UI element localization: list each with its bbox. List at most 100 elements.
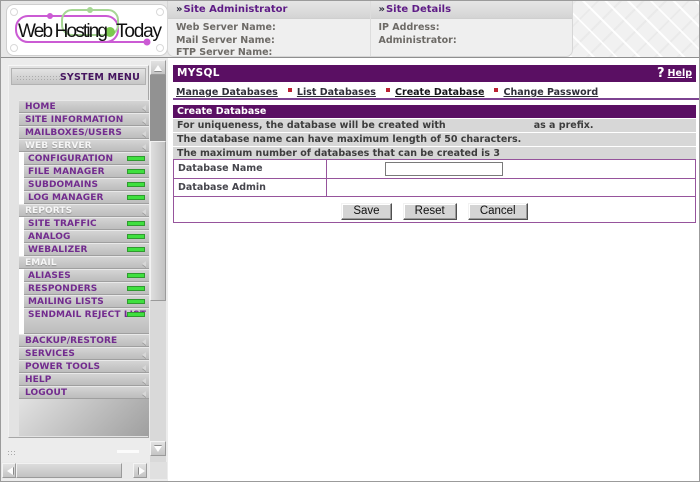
chevron-left-icon: [142, 339, 146, 345]
sidebar-menu-item[interactable]: WEB SERVER: [19, 139, 149, 152]
sidebar-menu-item[interactable]: LOG MANAGER: [24, 191, 149, 204]
status-indicator: [127, 195, 145, 200]
chevrons-icon: »: [176, 4, 182, 15]
sidebar-menu-item[interactable]: WEBALIZER: [24, 243, 149, 256]
frame-resize-row: [1, 444, 149, 461]
arrow-right-icon: [139, 467, 145, 475]
sidebar-menu-item[interactable]: POWER TOOLS: [19, 360, 149, 373]
system-menu-title: SYSTEM MENU: [60, 72, 140, 83]
status-indicator: [127, 169, 145, 174]
site-administrator-section: »Site Administrator Web Server Name:Mail…: [168, 1, 370, 56]
form-row-database-name: Database Name: [174, 160, 695, 179]
create-database-form: Database Name Database Admin Save Reset …: [173, 159, 696, 223]
sidebar-menu-item[interactable]: SENDMAIL REJECT LIST: [24, 308, 149, 334]
nav-link[interactable]: Create Database: [395, 87, 484, 98]
scrollbar-thumb[interactable]: [16, 463, 122, 478]
nav-separator-icon: [494, 88, 498, 92]
info-field-label: Mail Server Name:: [176, 35, 370, 48]
chevron-left-icon: [142, 378, 146, 384]
scroll-up-button[interactable]: [150, 60, 166, 75]
system-menu-header: SYSTEM MENU: [11, 68, 146, 85]
reset-button[interactable]: Reset: [403, 203, 457, 220]
logo-text-today: Today: [116, 21, 163, 42]
menu-footer-gradient: [19, 399, 149, 436]
note-prefix: For uniqueness, the database will be cre…: [173, 119, 696, 133]
arrow-left-icon: [7, 467, 13, 475]
module-nav: Manage Databases List Databases Create D…: [173, 82, 699, 100]
sidebar-item-label: REPORTS: [25, 206, 72, 216]
chevron-left-icon: [142, 144, 146, 150]
status-indicator: [127, 156, 145, 161]
chevron-left-icon: [142, 131, 146, 137]
status-indicator: [127, 273, 145, 278]
sidebar-vertical-scrollbar[interactable]: [150, 60, 166, 462]
note-max-length: The database name can have maximum lengt…: [173, 133, 696, 147]
sidebar-item-label: HOME: [25, 102, 56, 112]
scroll-left-button[interactable]: [2, 463, 16, 478]
sidebar-menu-item[interactable]: HELP: [19, 373, 149, 386]
arrow-down-icon: [154, 446, 162, 452]
chevron-left-icon: [142, 118, 146, 124]
divider-dash: [117, 450, 139, 453]
sidebar-menu-item[interactable]: FILE MANAGER: [24, 165, 149, 178]
status-indicator: [127, 221, 145, 226]
sidebar-item-label: FILE MANAGER: [28, 167, 105, 177]
nav-link[interactable]: Manage Databases: [176, 87, 278, 98]
sidebar-menu-item[interactable]: SITE TRAFFIC: [24, 217, 149, 230]
sidebar-menu-item[interactable]: SITE INFORMATION: [19, 113, 149, 126]
sidebar-menu-item[interactable]: SUBDOMAINS: [24, 178, 149, 191]
sidebar-item-label: MAILING LISTS: [28, 297, 104, 307]
site-administrator-title: »Site Administrator: [168, 1, 370, 19]
dotted-grip-icon: [7, 450, 17, 455]
sidebar-menu-item[interactable]: LOGOUT: [19, 386, 149, 399]
sidebar-item-label: POWER TOOLS: [25, 362, 100, 372]
sidebar-menu-item[interactable]: MAILING LISTS: [24, 295, 149, 308]
sidebar-item-label: HELP: [25, 375, 51, 385]
sidebar-menu-item[interactable]: RESPONDERS: [24, 282, 149, 295]
arrow-up-icon: [154, 65, 162, 71]
cancel-button[interactable]: Cancel: [468, 203, 528, 220]
app-window: Web Hosting Today »Site Administrator We…: [0, 0, 700, 482]
sidebar-menu-item[interactable]: BACKUP/RESTORE: [19, 334, 149, 347]
sidebar-menu-item[interactable]: REPORTS: [19, 204, 149, 217]
sidebar-menu-item[interactable]: EMAIL: [19, 256, 149, 269]
sidebar-horizontal-scrollbar[interactable]: [1, 462, 149, 479]
logo-card: Web Hosting Today: [6, 4, 168, 56]
help-link[interactable]: ? Help: [657, 65, 692, 82]
chevron-left-icon: [142, 391, 146, 397]
sidebar-item-label: ALIASES: [28, 271, 71, 281]
sidebar-item-label: MAILBOXES/USERS: [25, 128, 122, 138]
status-indicator: [127, 286, 145, 291]
status-indicator: [127, 247, 145, 252]
nav-link[interactable]: List Databases: [297, 87, 376, 98]
status-indicator: [127, 312, 145, 317]
database-name-input[interactable]: [385, 162, 503, 176]
chevron-left-icon: [142, 105, 146, 111]
sidebar-item-label: CONFIGURATION: [28, 154, 113, 164]
scroll-down-button[interactable]: [150, 441, 166, 456]
sidebar-menu-item[interactable]: HOME: [19, 100, 149, 113]
nav-item: List Databases: [283, 80, 376, 99]
logo-text-web-hosting: Web Hosting: [18, 21, 108, 42]
nav-item: Manage Databases: [176, 80, 278, 99]
sidebar-item-label: WEB SERVER: [25, 141, 92, 151]
sidebar-menu-item[interactable]: CONFIGURATION: [24, 152, 149, 165]
sidebar-menu-item[interactable]: ALIASES: [24, 269, 149, 282]
chevron-left-icon: [142, 209, 146, 215]
sidebar-item-label: ANALOG: [28, 232, 71, 242]
sidebar-menu-item[interactable]: SERVICES: [19, 347, 149, 360]
nav-link[interactable]: Change Password: [503, 87, 598, 98]
site-details-fields: IP Address:Administrator:: [371, 19, 573, 47]
scrollbar-track[interactable]: [150, 75, 166, 141]
chevron-left-icon: [142, 365, 146, 371]
scroll-right-button[interactable]: [133, 463, 147, 478]
sidebar-menu-item[interactable]: ANALOG: [24, 230, 149, 243]
save-button[interactable]: Save: [341, 203, 391, 220]
section-title-bar: Create Database: [173, 105, 696, 118]
status-indicator: [127, 182, 145, 187]
sidebar-item-label: BACKUP/RESTORE: [25, 336, 117, 346]
info-notes: For uniqueness, the database will be cre…: [173, 119, 696, 161]
scrollbar-thumb[interactable]: [150, 141, 166, 301]
status-indicator: [127, 299, 145, 304]
sidebar-menu-item[interactable]: MAILBOXES/USERS: [19, 126, 149, 139]
